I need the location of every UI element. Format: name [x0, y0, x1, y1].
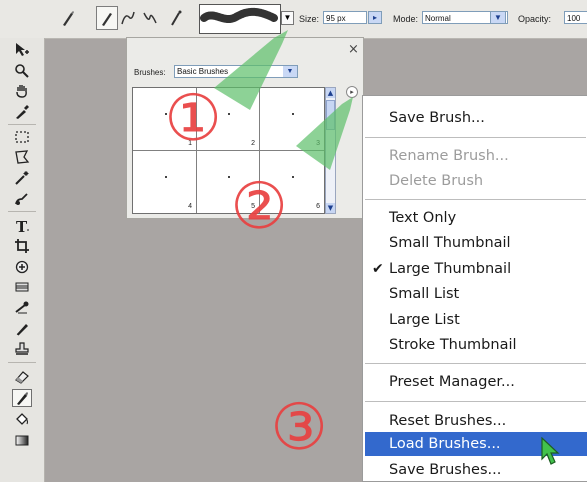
- menu-divider: [365, 401, 586, 402]
- crop-tool-icon[interactable]: [12, 237, 32, 255]
- opacity-input[interactable]: 100: [564, 11, 587, 24]
- zoom-tool-icon[interactable]: [12, 62, 32, 80]
- brush-thumbnail[interactable]: 4: [133, 151, 197, 213]
- eraser-tool-icon[interactable]: [12, 368, 32, 386]
- svg-text:T: T: [16, 218, 28, 234]
- quick-select-tool-icon[interactable]: [12, 190, 32, 208]
- clone-stamp-tool-icon[interactable]: [12, 299, 32, 317]
- brush-set-select[interactable]: Basic Brushes ▼: [174, 65, 298, 78]
- step-3-marker: ③: [270, 391, 328, 465]
- menu-item-save-brush[interactable]: Save Brush...: [389, 106, 485, 130]
- size-slider-arrow[interactable]: ▸: [368, 11, 382, 24]
- toolbox-divider: [8, 362, 36, 363]
- brush-tip-dot: [292, 175, 294, 178]
- size-input[interactable]: 95 px: [323, 11, 367, 24]
- toolbox-divider: [8, 124, 36, 125]
- opacity-label: Opacity:: [518, 14, 552, 24]
- hand-tool-icon[interactable]: [12, 82, 32, 100]
- brush-size-label: 6: [316, 203, 320, 210]
- menu-item-delete-brush: Delete Brush: [389, 173, 484, 189]
- mode-dropdown-arrow[interactable]: ▼: [490, 11, 506, 24]
- chevron-down-icon[interactable]: ▼: [283, 66, 297, 77]
- menu-item-large-thumbnail[interactable]: Large Thumbnail: [389, 257, 511, 281]
- menu-item-preset-manager[interactable]: Preset Manager...: [389, 370, 515, 394]
- menu-item-save-brushes[interactable]: Save Brushes...: [389, 458, 501, 482]
- menu-divider: [365, 199, 586, 200]
- pencil-mode-icon[interactable]: [118, 7, 138, 29]
- options-bar: ▼ Size: 95 px ▸ Mode: Normal ▼ Opacity: …: [0, 0, 587, 39]
- step-2-marker: ②: [230, 170, 288, 244]
- gradient-tool-icon[interactable]: [12, 431, 32, 449]
- menu-item-small-list[interactable]: Small List: [389, 282, 459, 306]
- scroll-thumb[interactable]: [326, 100, 335, 130]
- brush-size-label: 2: [251, 140, 255, 147]
- lasso-tool-icon[interactable]: [12, 148, 32, 166]
- eyedropper-tool-icon[interactable]: [12, 103, 32, 121]
- toolbox: T: [0, 38, 45, 482]
- brush-tip-dot: [292, 112, 294, 115]
- color-replacement-icon[interactable]: [140, 7, 160, 29]
- brush-size-label: 4: [188, 203, 192, 210]
- menu-item-load-brushes[interactable]: Load Brushes...: [389, 432, 501, 456]
- paint-bucket-tool-icon[interactable]: [12, 410, 32, 428]
- scroll-down-arrow[interactable]: ▼: [326, 203, 335, 213]
- magic-wand-tool-icon[interactable]: [12, 169, 32, 187]
- healing-brush-tool-icon[interactable]: [12, 258, 32, 276]
- airbrush-icon[interactable]: [166, 7, 186, 29]
- brush-tool-icon[interactable]: [12, 389, 32, 407]
- checkmark-icon: ✔: [372, 261, 384, 277]
- type-tool-icon[interactable]: T: [12, 217, 32, 235]
- toolbox-divider: [8, 211, 36, 212]
- brush-set-value: Basic Brushes: [177, 67, 229, 76]
- menu-divider: [365, 363, 586, 364]
- menu-item-reset-brushes[interactable]: Reset Brushes...: [389, 409, 506, 433]
- mouse-pointer-icon: [541, 437, 560, 465]
- brush-panel-menu: Save Brush... Rename Brush... Delete Bru…: [362, 95, 587, 482]
- slice-tool-icon[interactable]: [12, 278, 32, 296]
- menu-item-small-thumbnail[interactable]: Small Thumbnail: [389, 231, 511, 255]
- brush-picker-dropdown-arrow[interactable]: ▼: [281, 11, 294, 25]
- brushes-label: Brushes:: [134, 68, 166, 77]
- brush-tip-dot: [164, 175, 167, 178]
- marquee-tool-icon[interactable]: [12, 128, 32, 146]
- scroll-up-arrow[interactable]: ▲: [326, 88, 335, 98]
- menu-divider: [365, 137, 586, 138]
- menu-item-rename-brush: Rename Brush...: [389, 148, 509, 164]
- brush-history-tool-icon[interactable]: [12, 319, 32, 337]
- move-tool-icon[interactable]: [12, 41, 32, 59]
- brush-preview-button[interactable]: [199, 4, 281, 34]
- brush-tip-dot: [228, 112, 230, 115]
- brush-tool-preset-icon[interactable]: [58, 7, 78, 29]
- menu-item-stroke-thumbnail[interactable]: Stroke Thumbnail: [389, 333, 517, 357]
- stamp-tool-icon[interactable]: [12, 340, 32, 358]
- panel-menu-button[interactable]: ▸: [346, 86, 358, 98]
- brush-grid-scrollbar[interactable]: ▲ ▼: [325, 87, 336, 214]
- menu-item-large-list[interactable]: Large List: [389, 308, 460, 332]
- mode-label: Mode:: [393, 14, 419, 24]
- size-label: Size:: [299, 14, 320, 24]
- brush-size-label: 3: [316, 140, 320, 147]
- step-1-marker: ①: [164, 82, 222, 156]
- close-icon[interactable]: ×: [348, 42, 359, 57]
- brush-thumbnail[interactable]: 3: [260, 88, 324, 151]
- brush-mode-icon[interactable]: [96, 6, 118, 30]
- menu-item-text-only[interactable]: Text Only: [389, 206, 456, 230]
